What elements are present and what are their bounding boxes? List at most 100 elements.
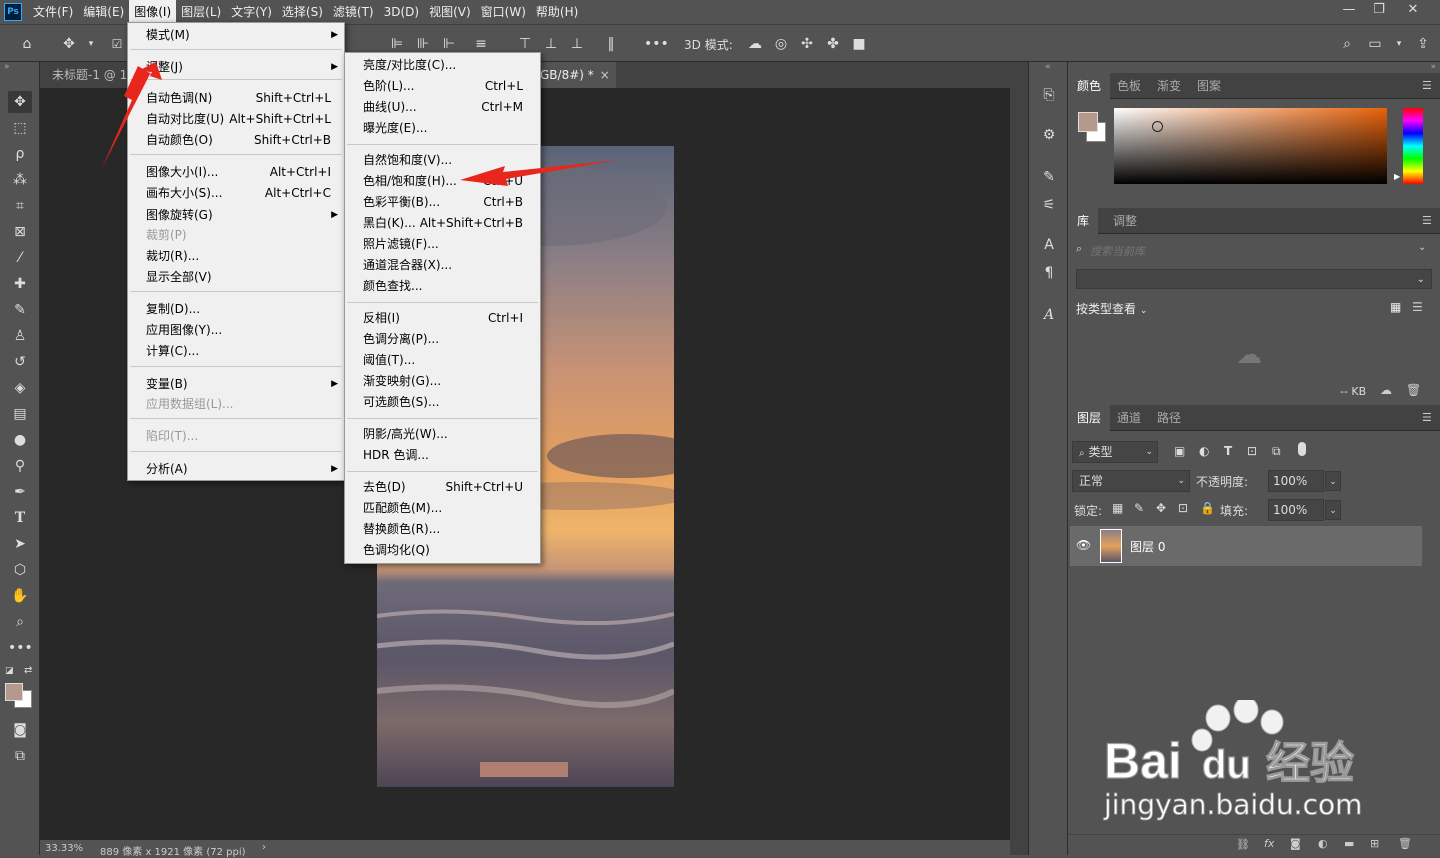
stamp-tool-icon[interactable]: ♙	[8, 325, 32, 347]
eraser-tool-icon[interactable]: ◈	[8, 377, 32, 399]
library-search-input[interactable]	[1090, 242, 1410, 260]
zoom-tool-icon[interactable]: ⌕	[8, 611, 32, 633]
hue-slider-handle[interactable]: ▶	[1394, 172, 1400, 181]
blur-tool-icon[interactable]: ●	[8, 429, 32, 451]
adjust-menu-item-19[interactable]: 匹配颜色(M)...	[345, 498, 540, 519]
restore-button[interactable]: ❐	[1364, 0, 1394, 22]
pen-tool-icon[interactable]: ✒	[8, 481, 32, 503]
lock-position-icon[interactable]: ✥	[1156, 501, 1166, 515]
search-chevron-icon[interactable]: ⌄	[1418, 242, 1426, 253]
shape-tool-icon[interactable]: ⬡	[8, 559, 32, 581]
foreground-color-swatch[interactable]	[5, 683, 23, 701]
view-by-dropdown[interactable]: 按类型查看 ⌄	[1076, 300, 1147, 317]
filter-toggle-switch[interactable]	[1298, 442, 1306, 456]
panel-menu-icon[interactable]: ☰	[1422, 215, 1434, 227]
align-top-icon[interactable]: ⊤	[516, 35, 534, 53]
adjust-menu-item-21[interactable]: 色调均化(Q)	[345, 540, 540, 561]
type-tool-icon[interactable]: T	[8, 507, 32, 529]
filter-shape-icon[interactable]: ⊡	[1247, 444, 1257, 458]
adjust-menu-item-2[interactable]: 曲线(U)... Ctrl+M	[345, 97, 540, 118]
3d-orbit-icon[interactable]: ☁	[746, 35, 764, 53]
eyedropper-icon[interactable]: ⁄	[8, 247, 32, 269]
menu-layer[interactable]: 图层(L)	[176, 0, 226, 24]
workspace-chevron-icon[interactable]: ▾	[1390, 35, 1408, 53]
collapse-right-icon[interactable]: »	[1430, 62, 1436, 72]
adjust-menu-item-20[interactable]: 替换颜色(R)...	[345, 519, 540, 540]
3d-pan-icon[interactable]: ✣	[798, 35, 816, 53]
character-panel-icon[interactable]: A	[1037, 234, 1061, 256]
opacity-input[interactable]: 100% ⌄	[1268, 470, 1341, 492]
panel-menu-icon[interactable]: ☰	[1422, 80, 1434, 92]
properties-panel-icon[interactable]: ⚙	[1037, 124, 1061, 146]
document-tab-2[interactable]: GB/8#) * ×	[532, 62, 616, 88]
lock-artboard-icon[interactable]: ⊡	[1178, 501, 1188, 515]
adjust-menu-item-12[interactable]: 色调分离(P)...	[345, 329, 540, 350]
tab-paths[interactable]: 路径	[1148, 405, 1190, 431]
tab-patterns[interactable]: 图案	[1188, 73, 1230, 99]
brush-tool-icon[interactable]: ✎	[8, 299, 32, 321]
crop-tool-icon[interactable]: ⌗	[8, 195, 32, 217]
menu-type[interactable]: 文字(Y)	[226, 0, 277, 24]
lock-all-icon[interactable]: 🔒	[1200, 501, 1215, 515]
adjust-menu-item-1[interactable]: 色阶(L)... Ctrl+L	[345, 76, 540, 97]
image-menu-item-10[interactable]: 显示全部(V)	[128, 267, 344, 288]
adjustment-layer-icon[interactable]: ◐	[1318, 837, 1328, 850]
screen-mode-icon[interactable]: ⧉	[8, 745, 32, 767]
close-window-button[interactable]: ✕	[1398, 0, 1428, 22]
image-menu-item-1[interactable]: 调整(J) ▶	[128, 57, 344, 78]
collapse-icon[interactable]: »	[4, 62, 10, 72]
3d-roll-icon[interactable]: ◎	[772, 35, 790, 53]
paragraph-panel-icon[interactable]: ¶	[1037, 262, 1061, 284]
hand-tool-icon[interactable]: ✋	[8, 585, 32, 607]
image-menu-item-9[interactable]: 裁切(R)...	[128, 246, 344, 267]
adjust-menu-item-8[interactable]: 照片滤镜(F)...	[345, 234, 540, 255]
history-panel-icon[interactable]: ⎘	[1037, 84, 1061, 106]
image-menu-item-5[interactable]: 图像大小(I)... Alt+Ctrl+I	[128, 162, 344, 183]
3d-slide-icon[interactable]: ✤	[824, 35, 842, 53]
adjust-menu-item-9[interactable]: 通道混合器(X)...	[345, 255, 540, 276]
adjust-menu-item-18[interactable]: 去色(D) Shift+Ctrl+U	[345, 477, 540, 498]
list-view-icon[interactable]: ☰	[1412, 300, 1423, 314]
magic-wand-icon[interactable]: ⁂	[8, 169, 32, 191]
menu-window[interactable]: 窗口(W)	[476, 0, 531, 24]
image-menu-item-17[interactable]: 分析(A) ▶	[128, 459, 344, 480]
fill-input[interactable]: 100% ⌄	[1268, 499, 1341, 521]
adjust-menu-item-5[interactable]: 色相/饱和度(H)... Ctrl+U	[345, 171, 540, 192]
image-menu-item-13[interactable]: 计算(C)...	[128, 341, 344, 362]
image-menu-item-6[interactable]: 画布大小(S)... Alt+Ctrl+C	[128, 183, 344, 204]
distribute-icon[interactable]: ≡	[472, 35, 490, 53]
lasso-tool-icon[interactable]: ρ	[8, 143, 32, 165]
hue-slider[interactable]	[1403, 108, 1423, 184]
adjust-menu-item-0[interactable]: 亮度/对比度(C)...	[345, 55, 540, 76]
gradient-tool-icon[interactable]: ▤	[8, 403, 32, 425]
adjust-menu-item-15[interactable]: 可选颜色(S)...	[345, 392, 540, 413]
adjust-menu-item-3[interactable]: 曝光度(E)...	[345, 118, 540, 139]
filter-adjustment-icon[interactable]: ◐	[1199, 444, 1209, 458]
adjust-menu-item-10[interactable]: 颜色查找...	[345, 276, 540, 297]
align-right-icon[interactable]: ⊩	[440, 35, 458, 53]
menu-filter[interactable]: 滤镜(T)	[328, 0, 379, 24]
trash-icon[interactable]: 🗑	[1406, 383, 1421, 397]
menu-3d[interactable]: 3D(D)	[379, 0, 424, 24]
minimize-button[interactable]: —	[1334, 0, 1364, 22]
menu-select[interactable]: 选择(S)	[277, 0, 328, 24]
brush-settings-icon[interactable]: ✎	[1037, 166, 1061, 188]
frame-tool-icon[interactable]: ⊠	[8, 221, 32, 243]
adjust-menu-item-6[interactable]: 色彩平衡(B)... Ctrl+B	[345, 192, 540, 213]
layer-name[interactable]: 图层 0	[1130, 538, 1165, 555]
image-menu-item-0[interactable]: 模式(M) ▶	[128, 25, 344, 46]
status-chevron-icon[interactable]: ›	[262, 842, 266, 853]
opacity-chevron-icon[interactable]: ⌄	[1325, 471, 1341, 491]
history-brush-icon[interactable]: ↺	[8, 351, 32, 373]
align-middle-icon[interactable]: ⊥	[542, 35, 560, 53]
new-group-icon[interactable]: ▬	[1344, 837, 1354, 850]
image-menu-item-2[interactable]: 自动色调(N) Shift+Ctrl+L	[128, 88, 344, 109]
move-tool-icon[interactable]: ✥	[60, 35, 78, 53]
image-menu-item-3[interactable]: 自动对比度(U) Alt+Shift+Ctrl+L	[128, 109, 344, 130]
marquee-tool-icon[interactable]: ⬚	[8, 117, 32, 139]
filter-smart-object-icon[interactable]: ⧉	[1272, 444, 1281, 459]
panel-menu-icon[interactable]: ☰	[1422, 412, 1434, 424]
add-mask-icon[interactable]: ◙	[1290, 837, 1301, 850]
adjust-menu-item-7[interactable]: 黑白(K)... Alt+Shift+Ctrl+B	[345, 213, 540, 234]
tab-layers[interactable]: 图层	[1068, 405, 1111, 431]
